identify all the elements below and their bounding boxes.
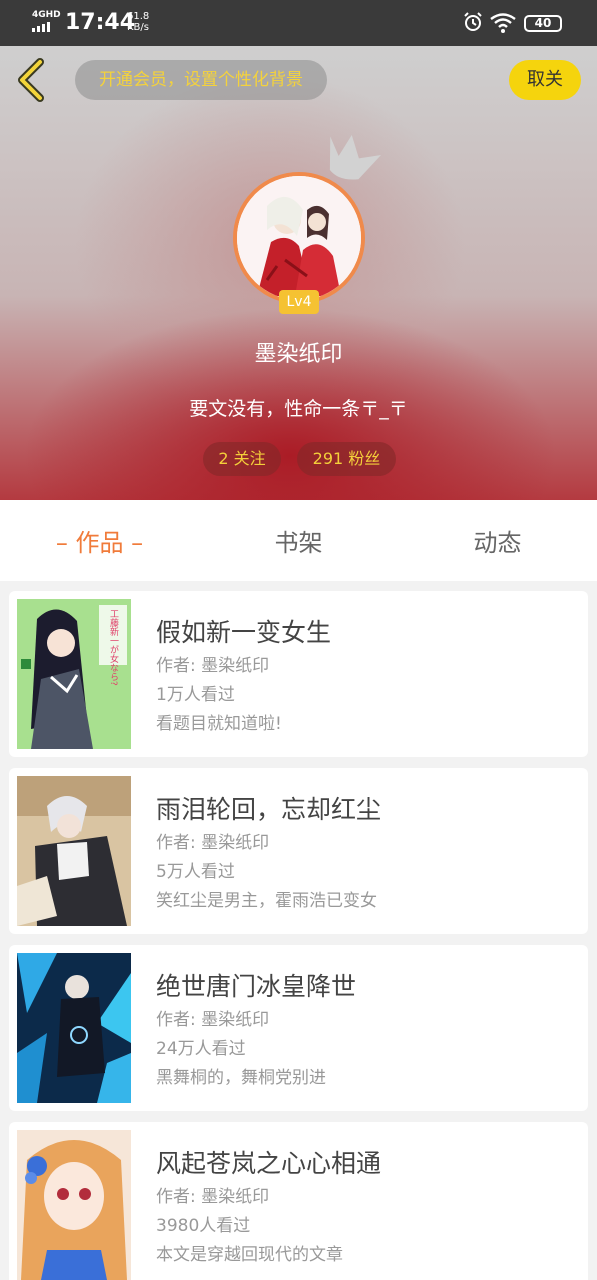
- book-description: 笑红尘是男主，霍雨浩已变女: [156, 891, 377, 911]
- alarm-icon: [463, 12, 483, 36]
- book-cover: [17, 1130, 131, 1280]
- book-author: 作者: 墨染纸印: [156, 1010, 270, 1030]
- book-description: 看题目就知道啦!: [156, 714, 282, 734]
- book-title: 雨泪轮回，忘却红尘: [156, 795, 382, 824]
- book-description: 本文是穿越回现代的文章: [156, 1245, 343, 1265]
- tab-bookshelf[interactable]: 书架: [199, 500, 398, 581]
- list-item[interactable]: 风起苍岚之心心相通 作者: 墨染纸印 3980人看过 本文是穿越回现代的文章: [9, 1122, 588, 1280]
- signal-icon: [32, 22, 50, 32]
- book-title: 风起苍岚之心心相通: [156, 1149, 382, 1178]
- book-author: 作者: 墨染纸印: [156, 833, 270, 853]
- clock: 17:44: [65, 10, 136, 35]
- book-cover: [17, 953, 131, 1103]
- book-views: 24万人看过: [156, 1039, 246, 1059]
- profile-header: 开通会员，设置个性化背景 取关 Lv4 墨染纸印 要文没有，性命一条〒_〒 2 …: [0, 46, 597, 500]
- tab-activity[interactable]: 动态: [398, 500, 597, 581]
- tab-works[interactable]: – 作品 –: [0, 500, 199, 581]
- level-badge: Lv4: [279, 290, 319, 314]
- network-type: 4GHD: [32, 10, 61, 20]
- book-author: 作者: 墨染纸印: [156, 656, 270, 676]
- list-item[interactable]: 雨泪轮回，忘却红尘 作者: 墨染纸印 5万人看过 笑红尘是男主，霍雨浩已变女: [9, 768, 588, 934]
- wifi-icon: [490, 13, 516, 37]
- list-item[interactable]: 绝世唐门冰皇降世 作者: 墨染纸印 24万人看过 黑舞桐的，舞桐党别进: [9, 945, 588, 1111]
- book-views: 1万人看过: [156, 685, 235, 705]
- network-speed: 61.8 KB/s: [127, 11, 149, 33]
- avatar[interactable]: [233, 172, 365, 304]
- unfollow-button[interactable]: 取关: [509, 60, 581, 100]
- book-title: 假如新一变女生: [156, 618, 332, 647]
- following-count[interactable]: 2 关注: [203, 442, 281, 476]
- vip-background-banner[interactable]: 开通会员，设置个性化背景: [75, 60, 327, 100]
- chevron-left-icon: [18, 58, 44, 102]
- book-cover: 工藤新一が女なら?: [17, 599, 131, 749]
- list-item[interactable]: 工藤新一が女なら? 假如新一变女生 作者: 墨染纸印 1万人看过 看题目就知道啦…: [9, 591, 588, 757]
- user-bio: 要文没有，性命一条〒_〒: [189, 398, 408, 420]
- book-description: 黑舞桐的，舞桐党别进: [156, 1068, 326, 1088]
- book-author: 作者: 墨染纸印: [156, 1187, 270, 1207]
- speed-value: 61.8: [127, 11, 150, 22]
- battery-icon: 40: [524, 15, 562, 32]
- book-views: 3980人看过: [156, 1216, 251, 1236]
- speed-unit: KB/s: [127, 22, 149, 33]
- status-bar: 4GHD 17:44 61.8 KB/s 40: [0, 0, 597, 46]
- back-button[interactable]: [14, 58, 50, 102]
- cover-title-text: 工藤新一が女なら?: [108, 609, 119, 686]
- username: 墨染纸印: [254, 342, 343, 367]
- book-cover: [17, 776, 131, 926]
- fans-count[interactable]: 291 粉丝: [297, 442, 396, 476]
- book-views: 5万人看过: [156, 862, 235, 882]
- book-title: 绝世唐门冰皇降世: [156, 972, 357, 1001]
- tab-bar: – 作品 – 书架 动态: [0, 500, 597, 581]
